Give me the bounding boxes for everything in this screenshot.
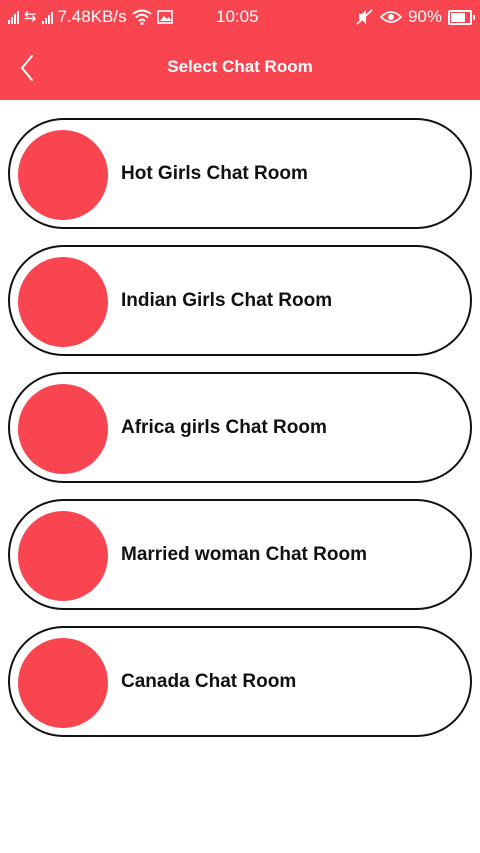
nav-bar: Select Chat Room — [0, 34, 480, 100]
app-header: ⇆ 7.48KB/s 10:05 90% Select Chat Room — [0, 0, 480, 100]
room-avatar — [18, 130, 108, 220]
back-button[interactable] — [12, 50, 42, 86]
chat-room-item[interactable]: Indian Girls Chat Room — [8, 245, 472, 356]
room-name: Africa girls Chat Room — [121, 417, 327, 438]
status-right: 90% — [356, 0, 475, 34]
room-avatar — [18, 638, 108, 728]
eye-icon — [379, 11, 402, 23]
page-title: Select Chat Room — [167, 57, 313, 76]
room-name: Married woman Chat Room — [121, 544, 367, 565]
mute-icon — [356, 9, 373, 25]
status-time: 10:05 — [216, 7, 259, 26]
battery-percent: 90% — [407, 7, 442, 26]
room-avatar — [18, 257, 108, 347]
room-avatar — [18, 384, 108, 474]
chat-room-item[interactable]: Canada Chat Room — [8, 626, 472, 737]
status-bar: ⇆ 7.48KB/s 10:05 90% — [0, 0, 480, 34]
chat-room-item[interactable]: Hot Girls Chat Room — [8, 118, 472, 229]
chat-room-item[interactable]: Married woman Chat Room — [8, 499, 472, 610]
room-name: Indian Girls Chat Room — [121, 290, 333, 311]
signal-icon-secondary — [41, 10, 53, 24]
chevron-left-icon — [20, 55, 33, 81]
room-name: Hot Girls Chat Room — [121, 163, 308, 184]
status-left: ⇆ 7.48KB/s — [8, 0, 173, 34]
battery-icon — [448, 9, 475, 25]
signal-icon — [8, 10, 19, 24]
room-avatar — [18, 511, 108, 601]
room-name: Canada Chat Room — [121, 671, 297, 692]
chat-room-item[interactable]: Africa girls Chat Room — [8, 372, 472, 483]
image-icon — [156, 10, 173, 24]
network-speed: 7.48KB/s — [57, 7, 127, 26]
wifi-icon — [131, 9, 152, 25]
chat-room-list: Hot Girls Chat Room Indian Girls Chat Ro… — [8, 118, 472, 753]
battery-fill — [451, 12, 465, 22]
data-transfer-icon: ⇆ — [24, 8, 37, 25]
